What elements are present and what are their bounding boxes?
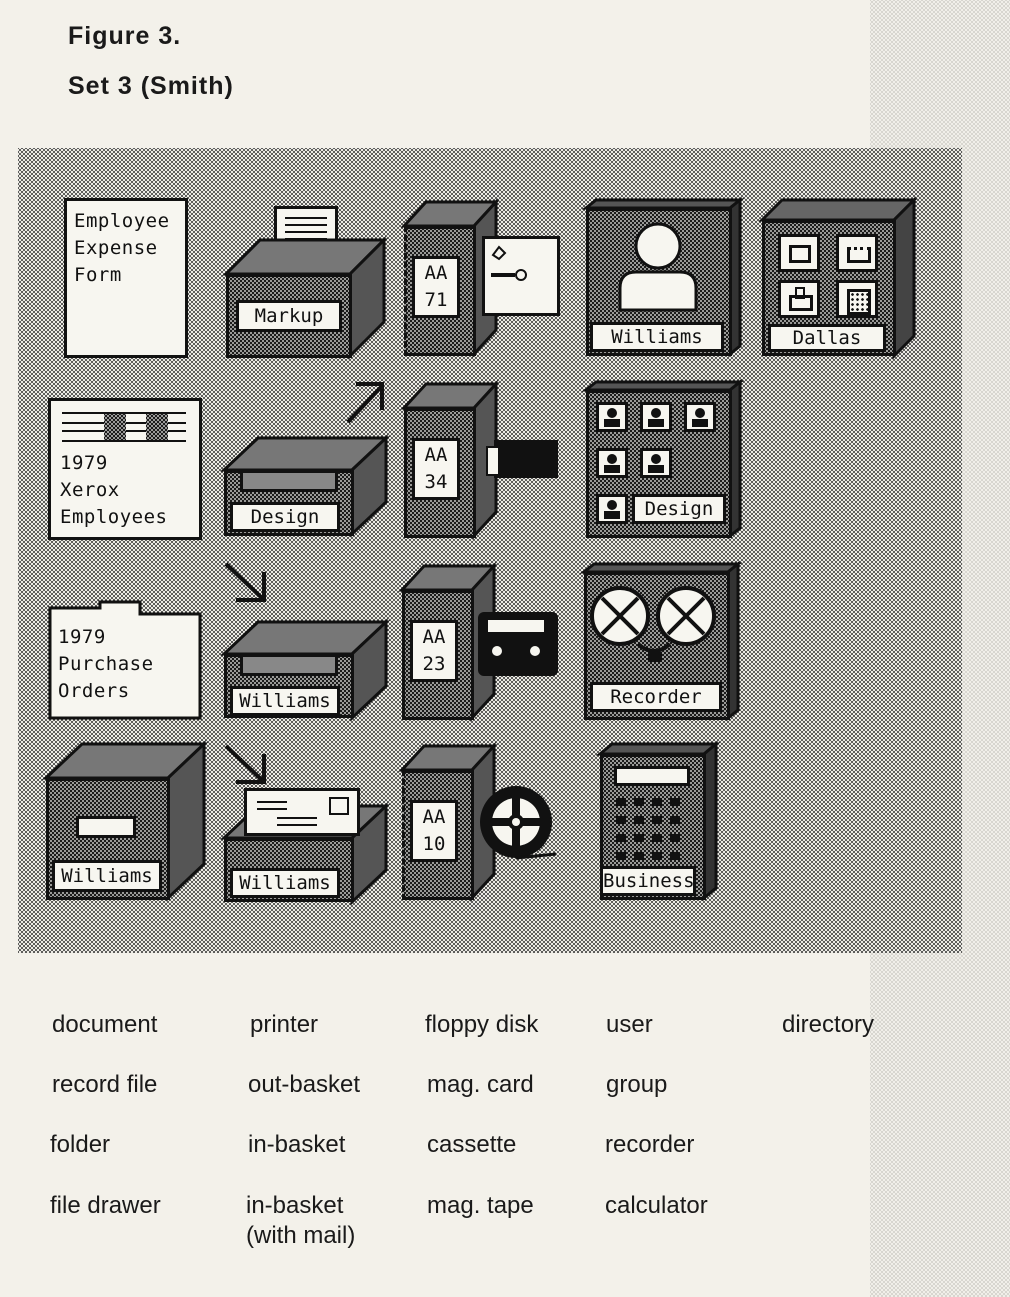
caption-mag-tape: mag. tape [427,1192,534,1219]
recorder-icon[interactable]: Recorder [579,560,743,722]
caption-document: document [52,1011,158,1038]
tray-slot [240,470,338,492]
caption-folder: folder [50,1131,111,1158]
floppy-disk-icon[interactable]: AA 71 [400,198,562,358]
in-basket-icon[interactable]: Williams [220,560,390,722]
record-grid [62,412,186,442]
folder-icon[interactable]: 1979 Purchase Orders [48,600,202,720]
floppy-disk-shape [482,236,560,316]
in-basket-mail-icon[interactable]: Williams [220,742,390,906]
figure-title: Figure 3. [68,22,182,50]
record-file-icon[interactable]: 1979 Xerox Employees [48,398,202,540]
directory-tile-icon [778,234,820,272]
mag-tape-icon[interactable]: AA 10 [398,742,562,902]
cassette-shape [478,612,558,676]
directory-icon[interactable]: Dallas [758,196,918,360]
envelope-icon [244,788,360,836]
document-text: Employee Expense Form [74,210,170,286]
calculator-icon[interactable]: Business [595,740,721,902]
caption-calculator: calculator [605,1192,708,1219]
cassette-icon[interactable]: AA 23 [398,562,562,722]
document-icon[interactable]: Employee Expense Form [64,198,188,358]
tray-slot [240,654,338,676]
tape-reel-icon [480,786,557,860]
in-basket-mail-label: Williams [230,868,340,898]
out-basket-icon[interactable]: Design [220,378,390,538]
caption-record-file: record file [52,1071,158,1098]
directory-tile-icon [836,280,878,318]
caption-recorder: recorder [605,1131,695,1158]
caption-in-basket-mail: in-basket (with mail) [246,1192,356,1249]
user-label: Williams [590,322,724,352]
directory-label: Dallas [768,324,886,352]
in-basket-label: Williams [230,686,340,716]
figure-subtitle: Set 3 (Smith) [68,72,234,100]
recorder-label: Recorder [590,682,722,712]
mag-card-icon[interactable]: AA 34 [400,380,562,540]
caption-group: group [606,1071,668,1098]
member-icon [684,402,716,432]
icon-panel: Employee Expense Form 1979 Xerox Employe… [18,148,962,953]
mag-card-shape [494,440,558,478]
caption-mag-card: mag. card [427,1071,534,1098]
folder-text: 1979 Purchase Orders [58,626,154,702]
cassette-label: AA 23 [422,626,446,675]
directory-tile-icon [836,234,878,272]
directory-tile-icon [778,280,820,318]
caption-in-basket: in-basket [248,1131,346,1158]
out-basket-label: Design [230,502,340,532]
caption-printer: printer [250,1011,319,1038]
file-drawer-label: Williams [52,860,162,892]
caption-cassette: cassette [427,1131,517,1158]
group-icon[interactable]: Design [581,378,745,540]
mag-card-label: AA 34 [424,444,448,493]
caption-user: user [606,1011,653,1038]
printer-label: Markup [236,300,342,332]
member-icon [596,448,628,478]
record-file-text: 1979 Xerox Employees [60,452,168,528]
group-label: Design [632,494,726,524]
drawer-handle [76,816,136,838]
member-icon [596,494,628,524]
floppy-label: AA 71 [424,262,448,311]
file-drawer-icon[interactable]: Williams [42,740,208,902]
member-icon [596,402,628,432]
caption-directory: directory [782,1011,875,1038]
calculator-label: Business [600,866,696,896]
member-icon [640,448,672,478]
caption-out-basket: out-basket [248,1071,361,1098]
user-icon[interactable]: Williams [581,196,745,358]
printer-icon[interactable]: Markup [222,204,388,360]
member-icon [640,402,672,432]
caption-file-drawer: file drawer [50,1192,161,1219]
caption-floppy-disk: floppy disk [425,1011,539,1038]
